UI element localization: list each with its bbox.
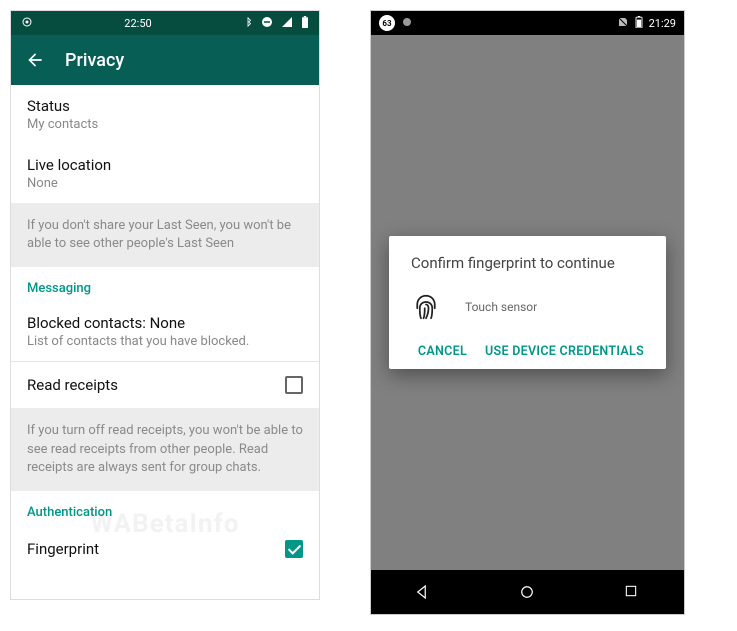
live-location-label: Live location <box>27 156 303 174</box>
status-bar: 22:50 <box>11 11 319 35</box>
target-icon <box>21 16 33 31</box>
use-device-credentials-button[interactable]: USE DEVICE CREDENTIALS <box>485 344 644 359</box>
signal-icon <box>281 16 293 31</box>
blocked-contacts-item[interactable]: Blocked contacts: None List of contacts … <box>11 302 319 361</box>
status-time: 21:29 <box>649 17 676 30</box>
blocked-contacts-subtitle: List of contacts that you have blocked. <box>27 334 303 349</box>
toolbar-title: Privacy <box>65 50 124 71</box>
last-seen-info: If you don't share your Last Seen, you w… <box>11 203 319 267</box>
status-setting-item[interactable]: Status My contacts <box>11 85 319 144</box>
messaging-section-header: Messaging <box>11 267 319 302</box>
back-arrow-icon[interactable] <box>25 50 45 70</box>
navigation-bar <box>371 570 684 614</box>
fingerprint-dialog-screen: 63 21:29 WABetaInfo Confirm fingerprint … <box>370 10 685 615</box>
live-location-value: None <box>27 176 303 191</box>
dialog-title: Confirm fingerprint to continue <box>411 254 644 272</box>
nav-back-icon[interactable] <box>414 583 432 601</box>
fingerprint-label: Fingerprint <box>27 540 99 558</box>
notification-badge: 63 <box>379 15 395 31</box>
dnd-icon <box>261 16 273 31</box>
read-receipts-item[interactable]: Read receipts <box>11 362 319 408</box>
read-receipts-info: If you turn off read receipts, you won't… <box>11 408 319 491</box>
live-location-item[interactable]: Live location None <box>11 144 319 203</box>
status-bar: 63 21:29 <box>371 11 684 35</box>
fingerprint-checkbox[interactable] <box>285 540 303 558</box>
battery-icon <box>635 16 643 31</box>
circle-icon <box>401 16 413 31</box>
battery-icon <box>301 16 309 31</box>
status-time: 22:50 <box>124 17 151 30</box>
no-sim-icon <box>617 16 629 31</box>
fingerprint-icon <box>411 292 441 322</box>
bluetooth-icon <box>243 16 253 31</box>
nav-home-icon[interactable] <box>518 583 536 601</box>
read-receipts-checkbox[interactable] <box>285 376 303 394</box>
authentication-section-header: Authentication <box>11 491 319 526</box>
cancel-button[interactable]: CANCEL <box>418 344 467 359</box>
fingerprint-dialog: Confirm fingerprint to continue Touch se… <box>389 236 666 369</box>
app-toolbar: Privacy <box>11 35 319 85</box>
status-value: My contacts <box>27 117 303 132</box>
touch-sensor-hint: Touch sensor <box>465 300 537 314</box>
status-label: Status <box>27 97 303 115</box>
fingerprint-item[interactable]: Fingerprint <box>11 526 319 572</box>
privacy-settings-screen: 22:50 Privacy Status My contacts <box>10 10 320 600</box>
nav-recent-icon[interactable] <box>623 583 641 601</box>
read-receipts-label: Read receipts <box>27 376 118 394</box>
blocked-contacts-label: Blocked contacts: None <box>27 314 303 332</box>
